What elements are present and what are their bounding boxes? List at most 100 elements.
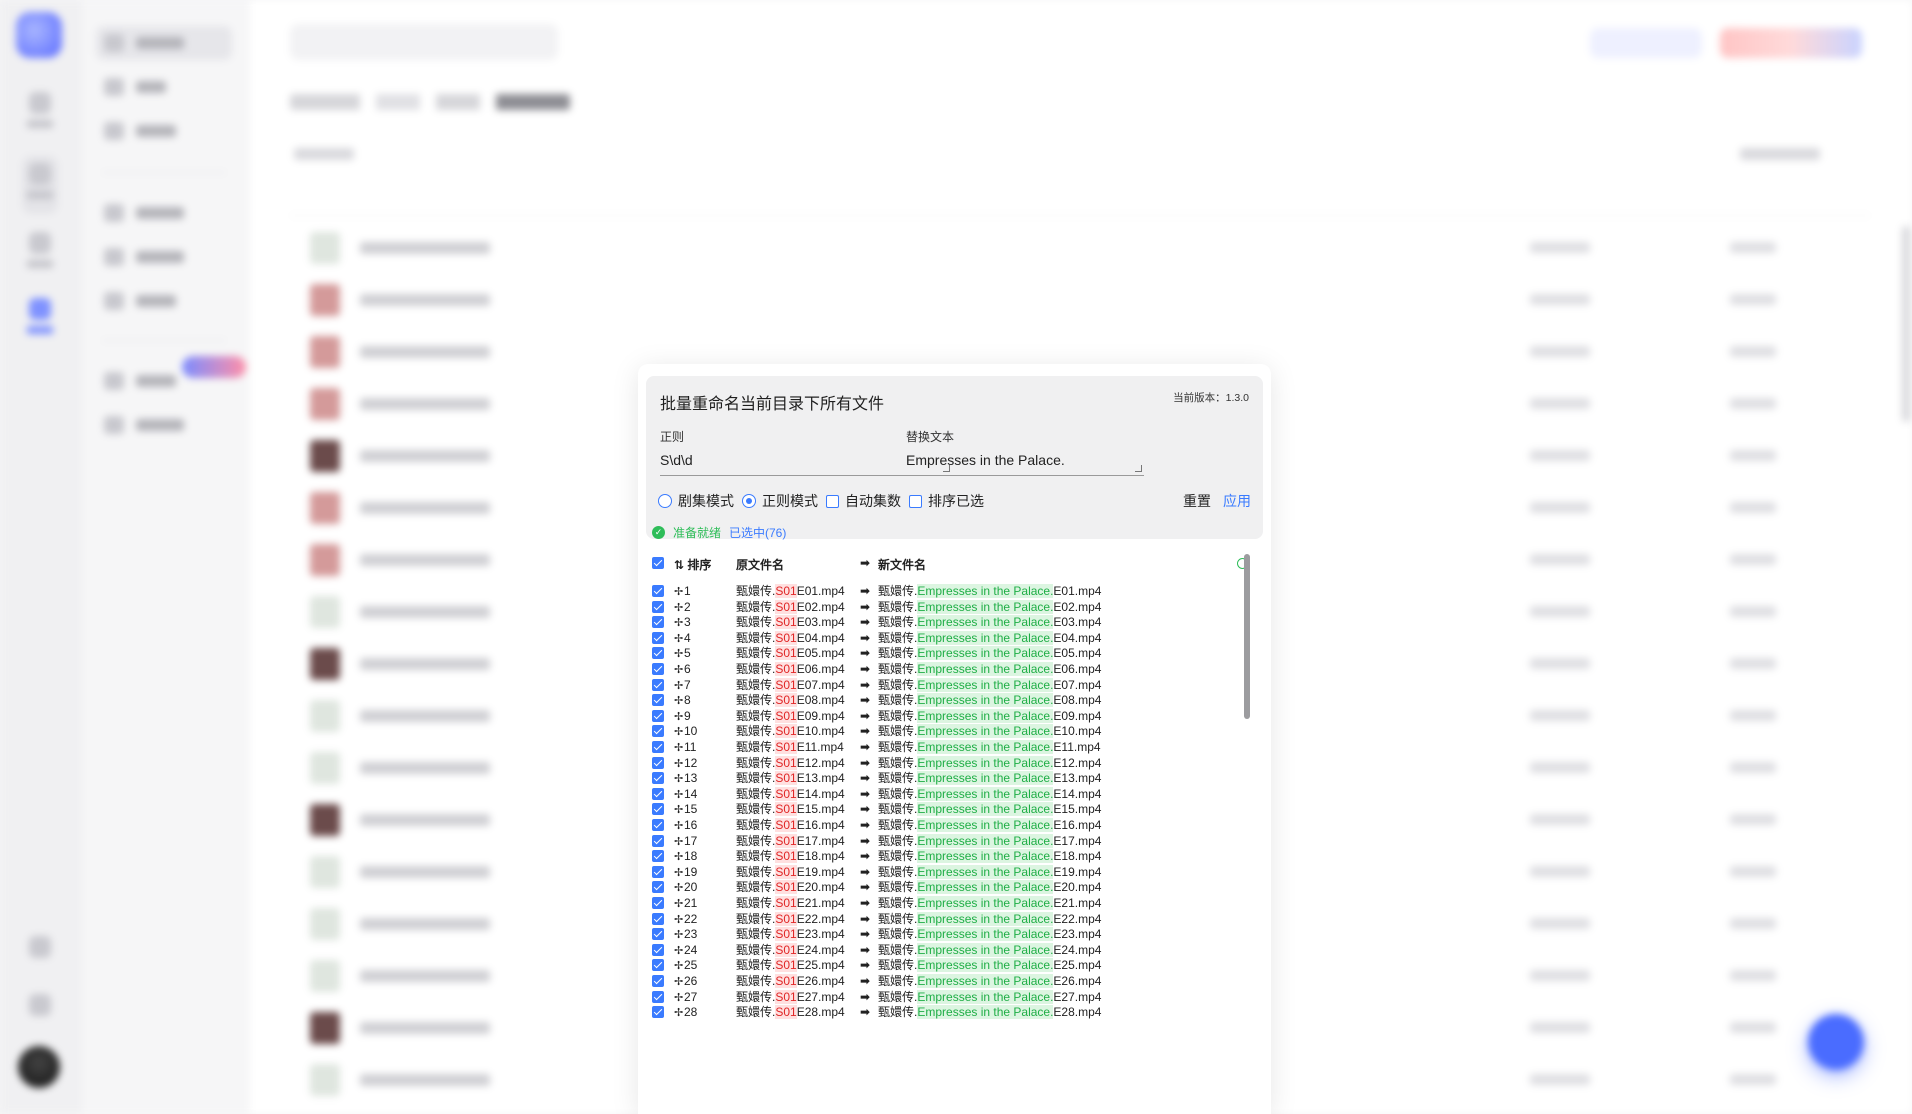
row-checkbox[interactable] [652,881,664,894]
table-row[interactable]: ✢7 甄嬛传.S01E07.mp4 ➡ 甄嬛传.Empresses in the Pa… [652,677,1252,694]
table-row[interactable]: ✢1 甄嬛传.S01E01.mp4 ➡ 甄嬛传.Empresses in the Pa… [652,584,1252,600]
sort-selected-checkbox[interactable]: 排序已选 [909,491,984,511]
row-checkbox[interactable] [652,787,664,800]
sort-menu[interactable] [1740,148,1820,160]
nav-item-videos[interactable] [96,114,232,148]
row-checkbox[interactable] [652,694,664,707]
row-sort-handle[interactable]: ✢2 [674,600,691,616]
row-sort-handle[interactable]: ✢22 [674,912,697,928]
row-sort-handle[interactable]: ✢1 [674,584,691,600]
row-checkbox[interactable] [652,1006,664,1019]
row-checkbox[interactable] [652,616,664,629]
row-sort-handle[interactable]: ✢27 [674,990,697,1006]
table-row[interactable]: ✢24 甄嬛传.S01E24.mp4 ➡ 甄嬛传.Empresses in the P… [652,942,1252,959]
select-all-toggle[interactable] [294,148,354,160]
page-scrollbar[interactable] [1902,226,1910,422]
table-row[interactable]: ✢21 甄嬛传.S01E21.mp4 ➡ 甄嬛传.Empresses in the P… [652,896,1252,912]
row-sort-handle[interactable]: ✢12 [674,756,697,772]
row-sort-handle[interactable]: ✢18 [674,849,697,865]
row-sort-handle[interactable]: ✢26 [674,974,697,990]
table-row[interactable]: ✢16 甄嬛传.S01E16.mp4 ➡ 甄嬛传.Empresses in the P… [652,818,1252,834]
episode-mode-radio[interactable]: 剧集模式 [658,491,734,511]
row-sort-handle[interactable]: ✢10 [674,724,697,740]
table-row[interactable] [310,274,1870,326]
row-sort-handle[interactable]: ✢17 [674,834,697,850]
row-sort-handle[interactable]: ✢6 [674,662,691,678]
row-sort-handle[interactable]: ✢3 [674,615,691,631]
sort-header[interactable]: ⇅ 排序 [674,556,711,573]
row-sort-handle[interactable]: ✢23 [674,927,697,943]
table-row[interactable]: ✢6 甄嬛传.S01E06.mp4 ➡ 甄嬛传.Empresses in the Pa… [652,662,1252,678]
table-row[interactable]: ✢23 甄嬛传.S01E23.mp4 ➡ 甄嬛传.Empresses in the P… [652,927,1252,943]
row-checkbox[interactable] [652,850,664,863]
floating-add-button[interactable] [1808,1014,1864,1070]
rail-item-plugins[interactable] [22,298,58,342]
nav-item-images[interactable] [96,70,232,104]
row-checkbox[interactable] [652,772,664,785]
row-sort-handle[interactable]: ✢16 [674,818,697,834]
table-row[interactable]: ✢10 甄嬛传.S01E10.mp4 ➡ 甄嬛传.Empresses in the P… [652,724,1252,740]
table-row[interactable]: ✢26 甄嬛传.S01E26.mp4 ➡ 甄嬛传.Empresses in the P… [652,974,1252,990]
table-row[interactable]: ✢19 甄嬛传.S01E19.mp4 ➡ 甄嬛传.Empresses in the P… [652,864,1252,881]
vip-button[interactable] [1720,28,1862,58]
row-checkbox[interactable] [652,959,664,972]
row-checkbox[interactable] [652,678,664,691]
row-sort-handle[interactable]: ✢5 [674,646,691,662]
row-sort-handle[interactable]: ✢28 [674,1005,697,1021]
row-sort-handle[interactable]: ✢20 [674,880,697,896]
table-row[interactable]: ✢14 甄嬛传.S01E14.mp4 ➡ 甄嬛传.Empresses in the P… [652,786,1252,803]
table-row[interactable]: ✢15 甄嬛传.S01E15.mp4 ➡ 甄嬛传.Empresses in the P… [652,802,1252,818]
row-sort-handle[interactable]: ✢15 [674,802,697,818]
top-action-button[interactable] [1590,28,1702,58]
row-sort-handle[interactable]: ✢19 [674,865,697,881]
rail-item-home[interactable] [22,92,58,136]
row-sort-handle[interactable]: ✢11 [674,740,696,756]
nav-item-shared[interactable] [96,196,232,230]
rail-item-help[interactable] [22,994,58,1038]
regex-mode-radio[interactable]: 正则模式 [742,491,818,511]
row-checkbox[interactable] [652,975,664,987]
table-row[interactable]: ✢17 甄嬛传.S01E17.mp4 ➡ 甄嬛传.Empresses in the P… [652,833,1252,850]
rail-item-settings[interactable] [22,936,58,980]
auto-episode-checkbox[interactable]: 自动集数 [826,491,901,511]
table-row[interactable]: ✢25 甄嬛传.S01E25.mp4 ➡ 甄嬛传.Empresses in the P… [652,958,1252,974]
row-checkbox[interactable] [652,912,664,925]
table-row[interactable]: ✢13 甄嬛传.S01E13.mp4 ➡ 甄嬛传.Empresses in the P… [652,771,1252,787]
row-checkbox[interactable] [652,600,664,613]
table-row[interactable]: ✢9 甄嬛传.S01E09.mp4 ➡ 甄嬛传.Empresses in the Pa… [652,708,1252,725]
rail-item-files[interactable] [22,156,58,214]
table-row[interactable]: ✢28 甄嬛传.S01E28.mp4 ➡ 甄嬛传.Empresses in the P… [652,1005,1252,1021]
row-checkbox[interactable] [652,865,664,878]
table-row[interactable]: ✢27 甄嬛传.S01E27.mp4 ➡ 甄嬛传.Empresses in the P… [652,989,1252,1006]
selected-count[interactable]: 已选中(76) [729,524,786,541]
table-row[interactable] [310,222,1870,274]
replace-input[interactable]: Empresses in the Palace. [906,446,1144,476]
table-row[interactable]: ✢3 甄嬛传.S01E03.mp4 ➡ 甄嬛传.Empresses in the Pa… [652,615,1252,631]
table-row[interactable]: ✢20 甄嬛传.S01E20.mp4 ➡ 甄嬛传.Empresses in the P… [652,880,1252,896]
row-checkbox[interactable] [652,756,664,769]
search-input[interactable] [290,24,558,60]
resize-handle-icon[interactable] [1135,465,1142,472]
dialog-scrollbar[interactable] [1244,554,1250,719]
rail-item-transfer[interactable] [22,232,58,276]
table-row[interactable]: ✢5 甄嬛传.S01E05.mp4 ➡ 甄嬛传.Empresses in the Pa… [652,646,1252,662]
row-sort-handle[interactable]: ✢24 [674,943,697,959]
apply-button[interactable]: 应用 [1223,491,1251,511]
row-checkbox[interactable] [652,663,664,675]
user-avatar[interactable] [18,1046,60,1088]
row-checkbox[interactable] [652,943,664,956]
row-sort-handle[interactable]: ✢8 [674,693,691,709]
row-checkbox[interactable] [652,741,664,753]
row-sort-handle[interactable]: ✢25 [674,958,697,974]
row-sort-handle[interactable]: ✢21 [674,896,697,912]
row-sort-handle[interactable]: ✢4 [674,631,691,647]
row-checkbox[interactable] [652,647,664,660]
row-checkbox[interactable] [652,834,664,847]
row-checkbox[interactable] [652,897,664,909]
row-checkbox[interactable] [652,803,664,816]
row-checkbox[interactable] [652,585,664,597]
table-row[interactable]: ✢11 甄嬛传.S01E11.mp4 ➡ 甄嬛传.Empresses in the P… [652,740,1252,756]
row-checkbox[interactable] [652,631,664,644]
breadcrumb[interactable] [290,94,570,110]
row-sort-handle[interactable]: ✢7 [674,678,691,694]
